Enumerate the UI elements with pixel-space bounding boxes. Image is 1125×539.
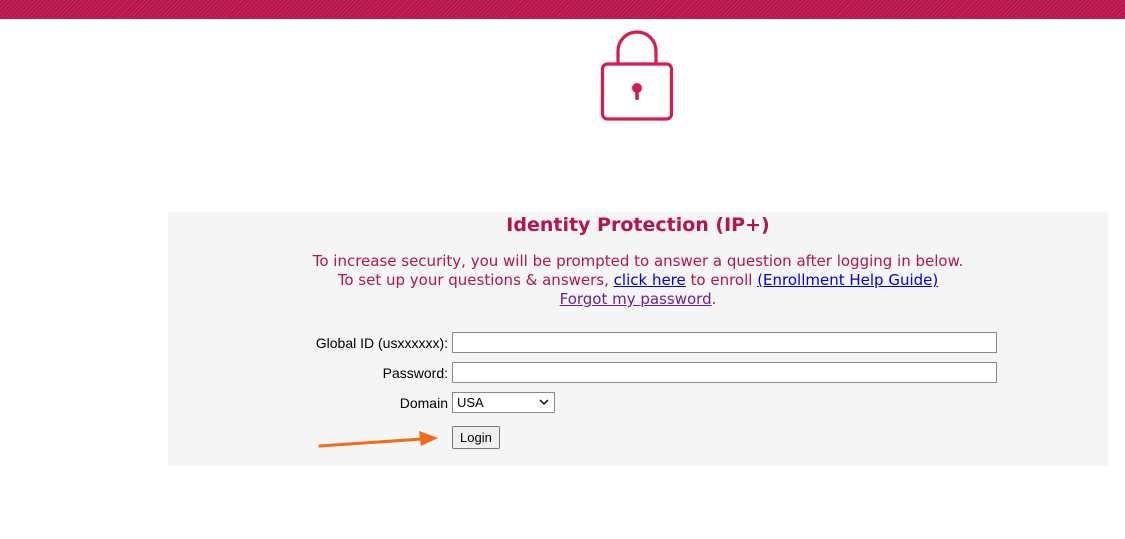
top-banner (0, 0, 1125, 19)
page-title: Identity Protection (IP+) (506, 214, 770, 236)
chevron-down-icon (538, 393, 550, 412)
forgot-suffix: . (711, 290, 717, 308)
enroll-middle: to enroll (685, 271, 758, 289)
password-label: Password: (382, 365, 448, 381)
enroll-prefix: To set up your questions & answers, (337, 271, 614, 289)
login-button[interactable]: Login (452, 426, 500, 449)
click-here-link[interactable]: click here (614, 271, 686, 289)
orange-arrow-annotation (318, 428, 442, 450)
password-input[interactable] (452, 362, 997, 383)
security-info: To increase security, you will be prompt… (168, 252, 1108, 309)
forgot-line: Forgot my password. (168, 290, 1108, 309)
global-id-input[interactable] (452, 332, 997, 353)
domain-label: Domain (399, 395, 448, 411)
forgot-password-link[interactable]: Forgot my password (560, 290, 712, 308)
lock-icon (600, 28, 674, 124)
global-id-label: Global ID (usxxxxxx): (315, 335, 448, 351)
security-notice: To increase security, you will be prompt… (312, 252, 964, 270)
domain-select[interactable]: USA (452, 392, 555, 413)
enroll-line: To set up your questions & answers, clic… (168, 271, 1108, 290)
enrollment-help-guide-link[interactable]: (Enrollment Help Guide) (757, 271, 938, 289)
domain-selected-value: USA (457, 395, 484, 410)
